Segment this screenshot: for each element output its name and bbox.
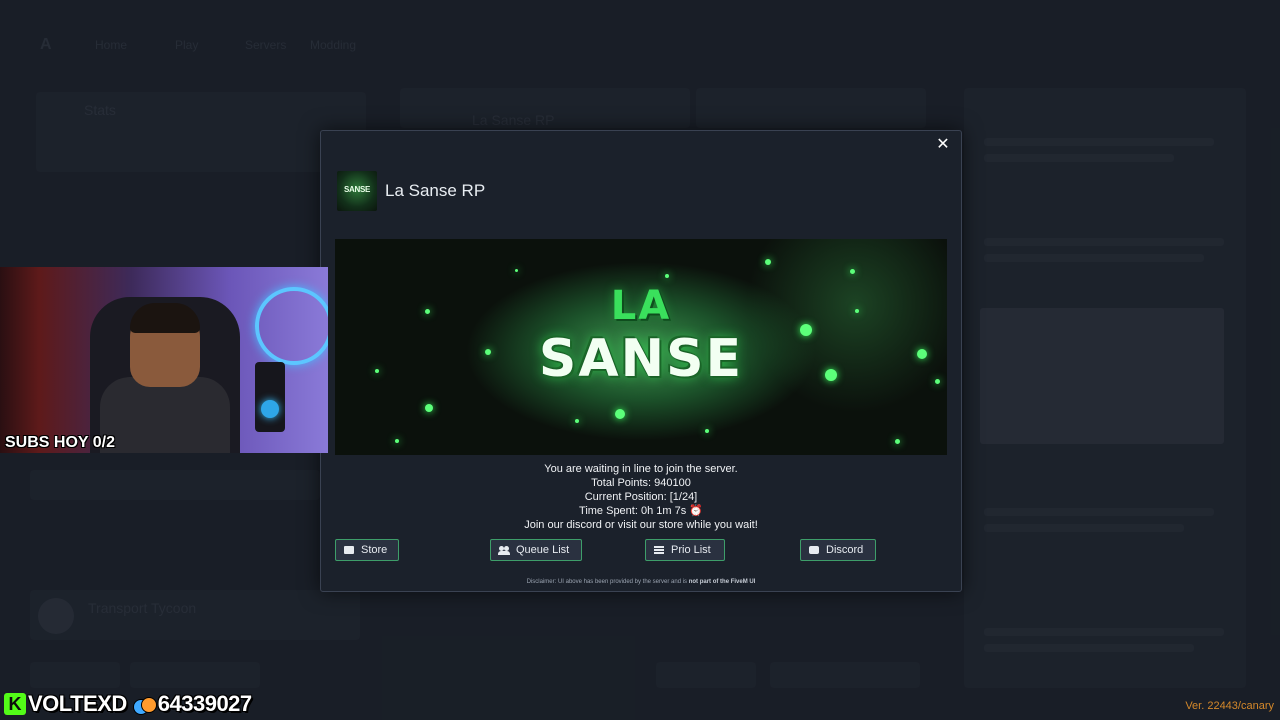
- subs-counter: SUBS HOY 0/2: [5, 434, 115, 451]
- server-banner: LA SANSE: [335, 239, 947, 455]
- server-name: La Sanse RP: [385, 181, 486, 200]
- store-button-label: Store: [361, 544, 388, 556]
- action-buttons: Store Queue List Prio List Discord: [335, 539, 947, 563]
- total-points-text: Total Points: 940100: [591, 477, 691, 489]
- disclaimer-bold: not part of the FiveM UI: [688, 579, 756, 585]
- coin-count: 64339027: [157, 691, 252, 716]
- banner-title-la: LA: [610, 283, 672, 329]
- streamer-hair: [130, 303, 200, 333]
- queue-info: You are waiting in line to join the serv…: [321, 462, 961, 532]
- list-icon: [654, 546, 664, 554]
- queue-waiting-text: You are waiting in line to join the serv…: [544, 463, 738, 475]
- version-label: Ver. 22443/canary: [1185, 700, 1274, 712]
- discord-icon: [809, 546, 819, 554]
- server-logo-text: SANSE: [343, 185, 371, 194]
- disclaimer-text: Disclaimer: UI above has been provided b…: [526, 579, 689, 585]
- webcam-overlay: [0, 267, 328, 453]
- ring-light: [255, 287, 328, 365]
- speaker: [255, 362, 285, 432]
- prio-list-button[interactable]: Prio List: [645, 539, 725, 561]
- banner-title-sanse: SANSE: [538, 329, 744, 389]
- discord-button-label: Discord: [826, 544, 864, 556]
- store-icon: [344, 546, 354, 554]
- close-button[interactable]: ✕: [933, 135, 953, 155]
- queue-list-button-label: Queue List: [516, 544, 570, 556]
- promo-text: Join our discord or visit our store whil…: [524, 519, 758, 531]
- prio-list-button-label: Prio List: [671, 544, 711, 556]
- time-spent-text: Time Spent: 0h 1m 7s ⏰: [579, 505, 703, 517]
- current-position-text: Current Position: [1/24]: [584, 491, 698, 503]
- kick-logo-icon: K: [4, 693, 26, 715]
- users-icon: [498, 546, 510, 555]
- stream-user-overlay: K VOLTEXD 64339027: [4, 690, 252, 718]
- queue-modal: ✕ SANSE La Sanse RP LA SANSE You are wai…: [320, 130, 962, 592]
- store-button[interactable]: Store: [335, 539, 399, 561]
- server-logo: SANSE: [337, 171, 377, 211]
- streamer-body: [100, 377, 230, 453]
- kick-username: VOLTEXD: [28, 691, 127, 716]
- discord-button[interactable]: Discord: [800, 539, 876, 561]
- coins-icon: [132, 695, 157, 715]
- queue-list-button[interactable]: Queue List: [490, 539, 582, 561]
- disclaimer: Disclaimer: UI above has been provided b…: [321, 579, 961, 585]
